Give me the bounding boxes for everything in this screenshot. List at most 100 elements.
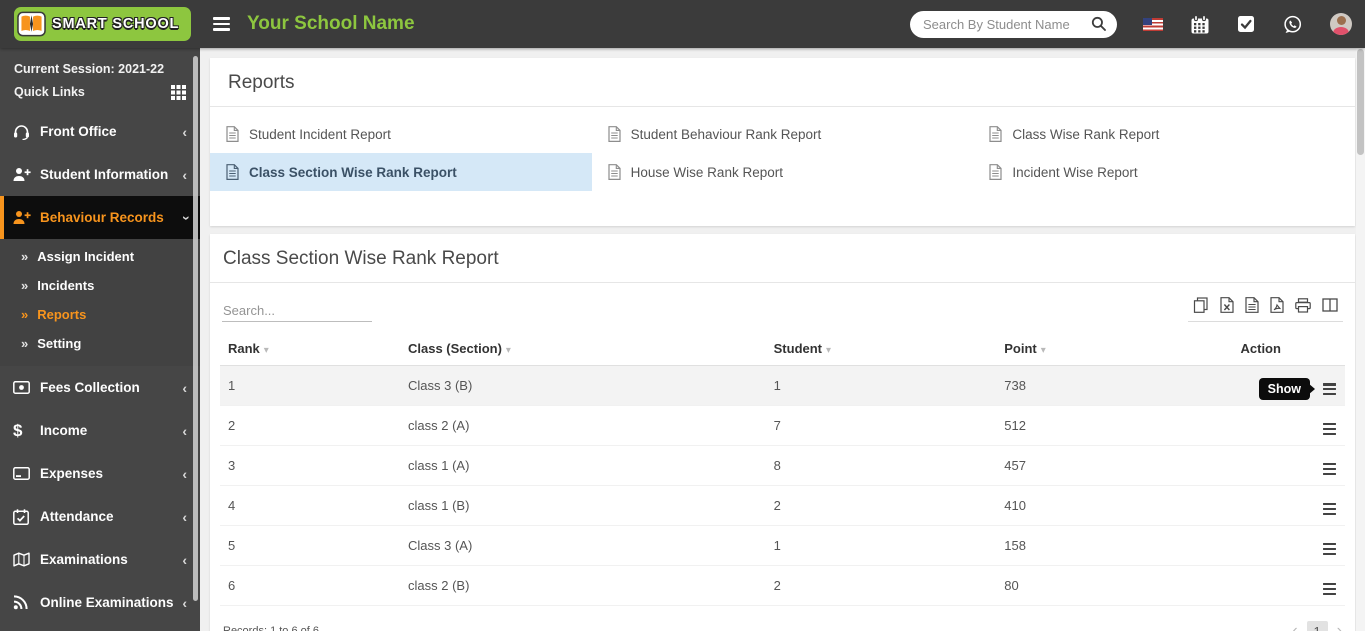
next-page-arrow[interactable]: ›: [1337, 623, 1342, 631]
row-actions-menu-icon[interactable]: [1322, 501, 1337, 518]
report-link-label: Class Wise Rank Report: [1012, 126, 1160, 142]
rank-report-card: Class Section Wise Rank Report Search...…: [210, 234, 1355, 631]
cell-rank: 6: [220, 565, 400, 606]
submenu-label: Assign Incident: [37, 249, 135, 264]
chevron-down-icon: [177, 215, 193, 220]
task-check-icon[interactable]: [1237, 15, 1255, 33]
cell-student: 2: [765, 485, 997, 526]
report-link-student-incident[interactable]: Student Incident Report: [210, 115, 592, 153]
cell-point: 512: [996, 405, 1233, 446]
double-angle-icon: [21, 307, 28, 322]
excel-export-icon[interactable]: [1220, 297, 1234, 313]
column-header-rank[interactable]: Rank: [220, 332, 400, 366]
dollar-icon: $: [13, 420, 23, 440]
row-actions-menu-icon[interactable]: [1322, 541, 1337, 558]
report-link-label: Student Behaviour Rank Report: [630, 126, 822, 142]
report-link-incident-wise[interactable]: Incident Wise Report: [973, 153, 1355, 191]
report-link-student-behaviour-rank[interactable]: Student Behaviour Rank Report: [592, 115, 974, 153]
table-row: 2 class 2 (A) 7 512: [220, 405, 1345, 446]
student-search-input[interactable]: [923, 16, 1091, 32]
cell-student: 8: [765, 445, 997, 486]
sidebar-item-lesson-plan[interactable]: Lesson Plan: [0, 624, 200, 631]
logo-text: SMART SCHOOL: [52, 16, 180, 32]
submenu-item-reports[interactable]: Reports: [0, 300, 200, 329]
column-visibility-icon[interactable]: [1322, 298, 1338, 312]
cell-rank: 2: [220, 405, 400, 446]
sidebar-item-online-examinations[interactable]: Online Examinations: [0, 581, 200, 624]
student-search-box[interactable]: [910, 10, 1117, 38]
sidebar-item-label: Examinations: [40, 552, 128, 567]
main-content: Reports Student Incident Report Student …: [200, 48, 1365, 631]
row-actions-menu-icon[interactable]: [1322, 381, 1337, 398]
credit-card-icon: [13, 467, 40, 480]
reports-card-title: Reports: [210, 58, 1355, 107]
cell-point: 158: [996, 525, 1233, 566]
scrollbar-thumb[interactable]: [1357, 49, 1364, 155]
map-icon: [13, 552, 40, 567]
calendar-icon[interactable]: [1191, 14, 1209, 34]
us-flag-language-icon[interactable]: [1143, 17, 1163, 31]
copy-icon[interactable]: [1193, 297, 1209, 313]
page-number-button[interactable]: 1: [1306, 620, 1328, 631]
table-search-input[interactable]: [222, 300, 372, 322]
book-logo-icon: [17, 11, 46, 37]
cell-action: [1232, 525, 1345, 566]
row-actions-menu-icon[interactable]: [1322, 421, 1337, 438]
chevron-left-icon: [182, 466, 187, 482]
sidebar-item-behaviour-records[interactable]: Behaviour Records: [0, 196, 200, 239]
csv-file-icon[interactable]: [1245, 297, 1259, 313]
whatsapp-chat-icon[interactable]: [1283, 15, 1302, 34]
row-actions-menu-icon[interactable]: [1322, 461, 1337, 478]
user-avatar[interactable]: [1330, 13, 1352, 35]
sidebar-item-expenses[interactable]: Expenses: [0, 452, 200, 495]
rank-report-title: Class Section Wise Rank Report: [210, 234, 1355, 283]
sidebar-item-student-information[interactable]: Student Information: [0, 153, 200, 196]
chevron-left-icon: [182, 423, 187, 439]
submenu-item-assign-incident[interactable]: Assign Incident: [0, 242, 200, 271]
calendar-check-icon: [13, 508, 40, 525]
top-bar: SMART SCHOOL Your School Name: [0, 0, 1365, 48]
sidebar-toggle-hamburger-icon[interactable]: [213, 17, 230, 31]
logo-area[interactable]: SMART SCHOOL: [0, 0, 200, 48]
cell-class_section: class 2 (A): [400, 405, 766, 446]
show-tooltip: Show: [1258, 378, 1310, 401]
behaviour-records-submenu: Assign Incident Incidents Reports Settin…: [0, 239, 200, 366]
column-header-point[interactable]: Point: [996, 332, 1233, 366]
sidebar-item-label: Online Examinations: [40, 595, 174, 610]
sidebar-item-examinations[interactable]: Examinations: [0, 538, 200, 581]
column-header-class-section[interactable]: Class (Section): [400, 332, 766, 366]
report-link-class-section-wise-rank[interactable]: Class Section Wise Rank Report: [210, 153, 592, 191]
file-icon: [989, 164, 1002, 180]
sidebar-scrollbar[interactable]: [193, 56, 198, 601]
pdf-export-icon[interactable]: [1270, 297, 1284, 313]
headset-icon: [13, 124, 40, 140]
file-icon: [608, 164, 621, 180]
submenu-item-setting[interactable]: Setting: [0, 329, 200, 358]
sidebar-item-fees-collection[interactable]: Fees Collection: [0, 366, 200, 409]
sidebar-item-label: Student Information: [40, 167, 169, 182]
pagination: ‹ 1 ›: [1292, 620, 1342, 631]
table-row: 1 Class 3 (B) 1 738 Show: [220, 365, 1345, 406]
submenu-item-incidents[interactable]: Incidents: [0, 271, 200, 300]
column-header-student[interactable]: Student: [765, 332, 997, 366]
cell-point: 410: [996, 485, 1233, 526]
chevron-left-icon: [182, 167, 187, 183]
report-link-class-wise-rank[interactable]: Class Wise Rank Report: [973, 115, 1355, 153]
sort-arrow-icon: [826, 345, 831, 356]
sidebar-item-income[interactable]: $ Income: [0, 409, 200, 452]
page-scrollbar[interactable]: [1356, 48, 1365, 631]
cell-point: 738: [996, 365, 1233, 406]
print-icon[interactable]: [1295, 297, 1311, 313]
sidebar-item-front-office[interactable]: Front Office: [0, 110, 200, 153]
rss-icon: [13, 595, 40, 610]
sort-arrow-icon: [1041, 345, 1046, 356]
prev-page-arrow[interactable]: ‹: [1292, 623, 1297, 631]
quick-links-grid-icon[interactable]: [171, 85, 186, 100]
table-footer: Records: 1 to 6 of 6 ‹ 1 ›: [210, 606, 1355, 631]
search-icon[interactable]: [1091, 16, 1107, 32]
table-header-row: Rank Class (Section) Student Point Actio…: [220, 332, 1345, 366]
report-link-house-wise-rank[interactable]: House Wise Rank Report: [592, 153, 974, 191]
submenu-label: Setting: [37, 336, 82, 351]
row-actions-menu-icon[interactable]: [1322, 581, 1337, 598]
sidebar-item-attendance[interactable]: Attendance: [0, 495, 200, 538]
